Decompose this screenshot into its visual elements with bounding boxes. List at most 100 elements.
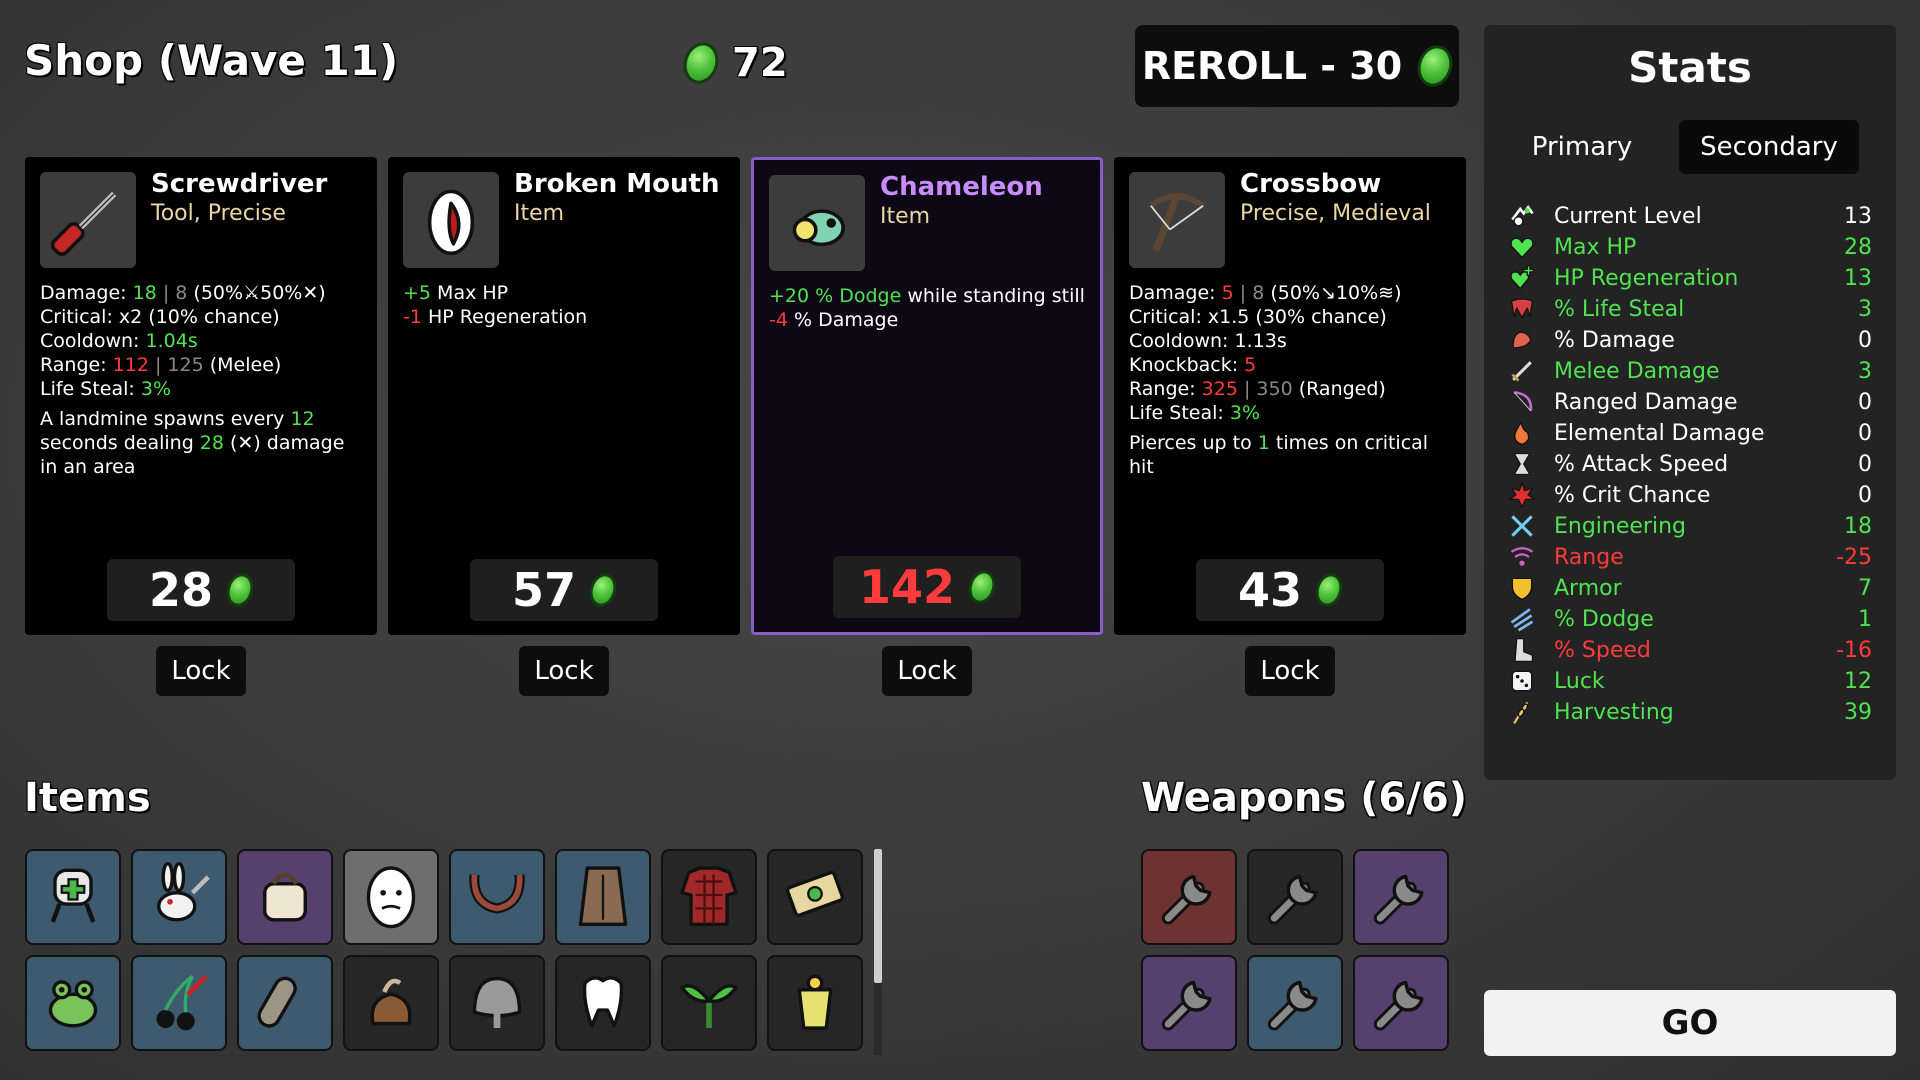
go-button[interactable]: GO <box>1484 990 1896 1056</box>
stat-fragment: ✕ <box>302 282 319 304</box>
wrench-icon <box>1258 964 1332 1042</box>
shop-card[interactable]: Chameleon Item +20 % Dodge while standin… <box>751 157 1103 635</box>
tab-secondary[interactable]: Secondary <box>1679 120 1859 174</box>
item-slot[interactable] <box>343 849 439 945</box>
stat-row[interactable]: % Life Steal 3 <box>1508 294 1872 324</box>
buy-button[interactable]: 43 <box>1196 559 1384 621</box>
stat-value: -25 <box>1836 544 1872 570</box>
stat-row[interactable]: Elemental Damage 0 <box>1508 418 1872 448</box>
weapon-slot[interactable] <box>1247 849 1343 945</box>
weapon-slot[interactable] <box>1353 955 1449 1051</box>
item-slot[interactable] <box>131 955 227 1051</box>
price-label: 28 <box>148 563 213 617</box>
buy-button[interactable]: 142 <box>833 556 1021 618</box>
item-slot[interactable] <box>449 849 545 945</box>
stat-line: +20 % Dodge while standing still <box>769 284 1088 308</box>
level-icon <box>1508 202 1536 230</box>
stat-row[interactable]: % Speed -16 <box>1508 635 1872 665</box>
lock-button[interactable]: Lock <box>519 646 609 696</box>
stat-line: -1 HP Regeneration <box>403 305 728 329</box>
stat-row[interactable]: Range -25 <box>1508 542 1872 572</box>
item-slot[interactable] <box>555 955 651 1051</box>
stat-fragment: Life Steal: <box>40 378 141 400</box>
stat-row[interactable]: Melee Damage 3 <box>1508 356 1872 386</box>
stat-row[interactable]: % Crit Chance 0 <box>1508 480 1872 510</box>
stat-value: -16 <box>1836 637 1872 663</box>
item-slot[interactable] <box>237 849 333 945</box>
stat-row[interactable]: % Dodge 1 <box>1508 604 1872 634</box>
stat-value: 0 <box>1858 451 1872 477</box>
item-slot[interactable] <box>661 955 757 1051</box>
item-slot[interactable] <box>555 849 651 945</box>
stat-row[interactable]: Current Level 13 <box>1508 201 1872 231</box>
weapon-slot[interactable] <box>1353 849 1449 945</box>
stat-fragment: % Damage <box>787 309 899 331</box>
lock-button[interactable]: Lock <box>882 646 972 696</box>
stat-label: % Crit Chance <box>1554 482 1711 508</box>
item-slot[interactable] <box>343 955 439 1051</box>
wrench-icon <box>1364 964 1438 1042</box>
wrench-icon <box>1152 964 1226 1042</box>
stat-row[interactable]: HP Regeneration 13 <box>1508 263 1872 293</box>
shop-card[interactable]: Crossbow Precise, Medieval Damage: 5 | 8… <box>1114 157 1466 635</box>
item-slot[interactable] <box>25 849 121 945</box>
stat-line: Knockback: 5 <box>1129 353 1454 377</box>
stat-fragment: 50% <box>260 282 303 304</box>
item-slot[interactable] <box>237 955 333 1051</box>
lock-button[interactable]: Lock <box>1245 646 1335 696</box>
heart-icon <box>1508 233 1536 261</box>
stat-row[interactable]: Armor 7 <box>1508 573 1872 603</box>
tab-primary[interactable]: Primary <box>1508 120 1656 174</box>
stat-fragment: 3% <box>140 378 172 400</box>
items-scrollbar[interactable] <box>874 849 882 983</box>
stat-row[interactable]: % Damage 0 <box>1508 325 1872 355</box>
item-slot[interactable] <box>449 955 545 1051</box>
stat-value: 28 <box>1844 234 1872 260</box>
stat-row[interactable]: Ranged Damage 0 <box>1508 387 1872 417</box>
reroll-button[interactable]: REROLL - 30 <box>1135 25 1459 107</box>
stat-value: 18 <box>1844 513 1872 539</box>
item-slot[interactable] <box>661 849 757 945</box>
stat-line: Damage: 5 | 8 (50%↘10%≋) <box>1129 281 1454 305</box>
stat-value: 7 <box>1858 575 1872 601</box>
stat-fragment: 5 <box>1221 282 1234 304</box>
card-stats: +20 % Dodge while standing still -4 % Dam… <box>769 284 1088 332</box>
stat-row[interactable]: Max HP 28 <box>1508 232 1872 262</box>
buy-button[interactable]: 57 <box>470 559 658 621</box>
weapon-slot[interactable] <box>1247 955 1343 1051</box>
stat-fragment: Cooldown: <box>40 330 146 352</box>
stat-fragment: 1.04s <box>145 330 198 352</box>
stat-fragment: -4 <box>769 309 788 331</box>
stat-label: % Damage <box>1554 327 1675 353</box>
stat-fragment: +20 % Dodge <box>769 285 902 307</box>
item-slot[interactable] <box>25 955 121 1051</box>
stat-row[interactable]: % Attack Speed 0 <box>1508 449 1872 479</box>
stat-fragment: 112 <box>112 354 149 376</box>
dodge-icon <box>1508 605 1536 633</box>
stat-value: 0 <box>1858 420 1872 446</box>
item-slot[interactable] <box>767 955 863 1051</box>
material-icon <box>964 566 1000 608</box>
hourglass-icon <box>1508 450 1536 478</box>
medkit-robot-icon <box>37 859 109 935</box>
bandage-bag-icon <box>249 859 321 935</box>
shop-card[interactable]: Screwdriver Tool, Precise Damage: 18 | 8… <box>25 157 377 635</box>
card-name: Screwdriver <box>151 169 328 199</box>
stat-label: Max HP <box>1554 234 1637 260</box>
stat-row[interactable]: Luck 12 <box>1508 666 1872 696</box>
stat-fragment: Damage: <box>1129 282 1222 304</box>
weapon-slot[interactable] <box>1141 955 1237 1051</box>
weapon-slot[interactable] <box>1141 849 1237 945</box>
item-slot[interactable] <box>131 849 227 945</box>
stat-fragment: 1.13s <box>1234 330 1287 352</box>
lock-button[interactable]: Lock <box>156 646 246 696</box>
stat-row[interactable]: Harvesting 39 <box>1508 697 1872 727</box>
stat-row[interactable]: Engineering 18 <box>1508 511 1872 541</box>
stat-value: 1 <box>1858 606 1872 632</box>
broken-mouth-icon <box>403 172 499 268</box>
item-slot[interactable] <box>767 849 863 945</box>
stat-label: HP Regeneration <box>1554 265 1739 291</box>
buy-button[interactable]: 28 <box>107 559 295 621</box>
price-label: 43 <box>1237 563 1302 617</box>
shop-card[interactable]: Broken Mouth Item +5 Max HP -1 HP Regener… <box>388 157 740 635</box>
